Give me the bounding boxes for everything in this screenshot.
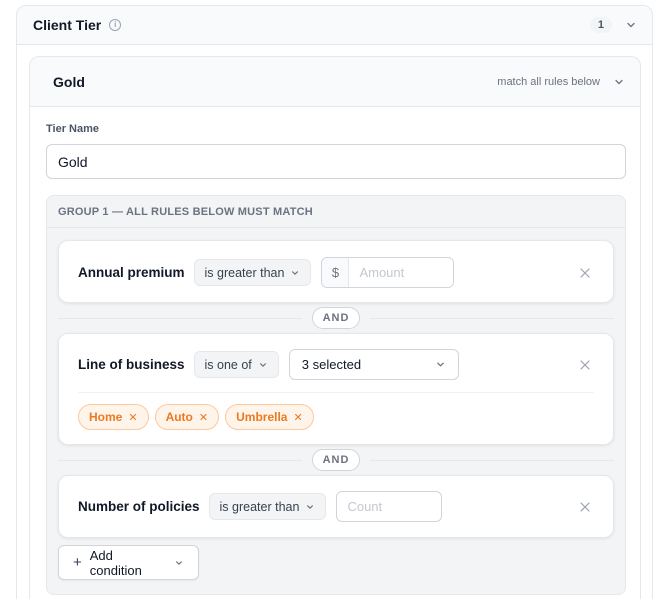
operator-select[interactable]: is one of xyxy=(193,351,279,378)
chevron-down-icon xyxy=(436,360,446,370)
tier-title: Gold xyxy=(53,73,85,90)
and-separator: AND xyxy=(58,449,614,471)
chevron-down-icon xyxy=(305,502,315,512)
rule-number-of-policies: Number of policies is greater than xyxy=(58,475,614,538)
rule-divider xyxy=(78,392,594,393)
close-icon[interactable] xyxy=(579,359,591,371)
chip-home: Home ✕ xyxy=(78,404,149,430)
chevron-down-icon[interactable] xyxy=(614,77,624,87)
rule-label: Line of business xyxy=(78,357,185,372)
tier-card: Gold match all rules below Tier Name GRO… xyxy=(29,56,641,599)
rule-group: GROUP 1 — ALL RULES BELOW MUST MATCH Ann… xyxy=(46,195,626,595)
chevron-down-icon[interactable] xyxy=(626,20,636,30)
operator-value: is greater than xyxy=(219,499,300,514)
chevron-down-icon xyxy=(258,360,268,370)
close-icon[interactable] xyxy=(579,501,591,513)
line-of-business-select[interactable]: 3 selected xyxy=(288,349,459,380)
close-icon[interactable]: ✕ xyxy=(128,411,137,424)
chip-umbrella: Umbrella ✕ xyxy=(225,404,314,430)
tier-name-label: Tier Name xyxy=(46,123,99,135)
and-separator: AND xyxy=(58,307,614,329)
match-mode-label[interactable]: match all rules below xyxy=(497,76,600,88)
tier-count-badge: 1 xyxy=(589,17,612,33)
chip-label: Auto xyxy=(165,410,193,424)
client-tier-header[interactable]: Client Tier i 1 xyxy=(17,6,652,45)
selected-chips: Home ✕ Auto ✕ Umbrella ✕ xyxy=(78,404,314,430)
amount-field[interactable]: $ xyxy=(321,257,455,288)
currency-prefix: $ xyxy=(322,258,350,287)
rule-line-of-business: Line of business is one of 3 selected Ho… xyxy=(58,333,614,445)
chip-label: Home xyxy=(89,410,123,424)
rule-label: Number of policies xyxy=(78,499,200,514)
close-icon[interactable] xyxy=(579,267,591,279)
amount-input[interactable] xyxy=(349,258,454,287)
tier-header[interactable]: Gold match all rules below xyxy=(30,57,640,107)
section-title: Client Tier xyxy=(33,17,102,33)
group-header: GROUP 1 — ALL RULES BELOW MUST MATCH xyxy=(47,196,625,228)
operator-value: is greater than xyxy=(204,265,285,280)
plus-icon: + xyxy=(73,554,82,571)
and-label: AND xyxy=(311,449,361,471)
chip-auto: Auto ✕ xyxy=(154,404,220,430)
chevron-down-icon xyxy=(290,268,300,278)
and-label: AND xyxy=(311,307,361,329)
add-condition-button[interactable]: + Add condition xyxy=(58,545,199,580)
count-input[interactable] xyxy=(336,491,443,522)
close-icon[interactable]: ✕ xyxy=(199,411,208,424)
rule-label: Annual premium xyxy=(78,265,185,280)
rule-annual-premium: Annual premium is greater than $ xyxy=(58,240,614,303)
add-condition-label: Add condition xyxy=(89,547,142,578)
operator-select[interactable]: is greater than xyxy=(208,493,327,520)
operator-select[interactable]: is greater than xyxy=(193,259,312,286)
client-tier-panel: Client Tier i 1 Gold match all rules bel… xyxy=(16,5,653,599)
tier-name-input[interactable] xyxy=(46,144,626,179)
selection-count: 3 selected xyxy=(301,357,362,372)
operator-value: is one of xyxy=(204,357,252,372)
chevron-down-icon xyxy=(174,558,184,568)
close-icon[interactable]: ✕ xyxy=(293,411,302,424)
info-icon[interactable]: i xyxy=(109,19,122,31)
chip-label: Umbrella xyxy=(236,410,288,424)
